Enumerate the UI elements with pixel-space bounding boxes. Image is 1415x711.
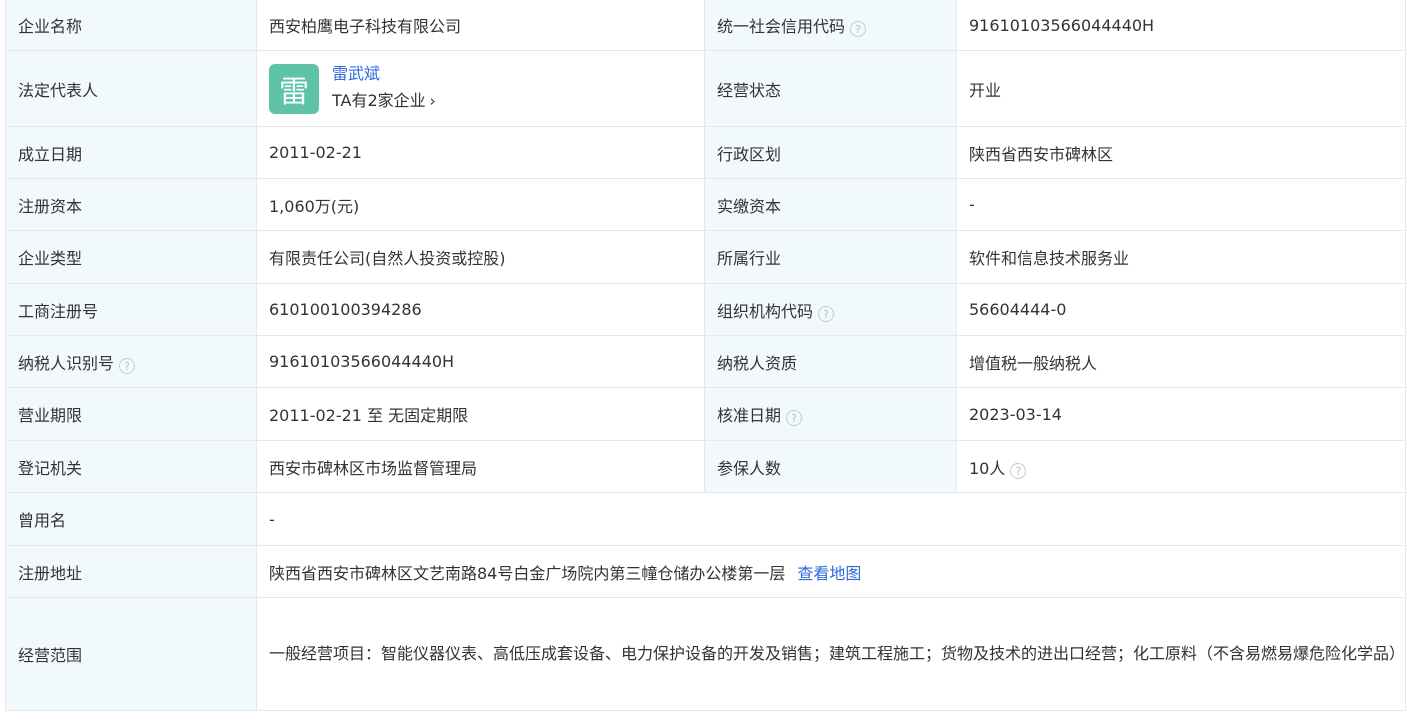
label-registration-number: 工商注册号 xyxy=(5,283,257,336)
question-circle-icon[interactable]: ? xyxy=(1010,462,1027,479)
label-founded-date: 成立日期 xyxy=(5,126,257,179)
value-founded-date: 2011-02-21 xyxy=(256,126,705,179)
label-credit-code-text: 统一社会信用代码 xyxy=(717,17,846,36)
value-insured-count: 10人? xyxy=(956,440,1406,493)
table-row: 工商注册号 610100100394286 组织机构代码? 56604444-0 xyxy=(5,283,1406,336)
company-info-panel: 企业名称 西安柏鹰电子科技有限公司 统一社会信用代码? 916101035660… xyxy=(0,0,1415,711)
value-registration-authority: 西安市碑林区市场监督管理局 xyxy=(256,440,705,493)
label-legal-rep: 法定代表人 xyxy=(5,50,257,127)
question-circle-icon[interactable]: ? xyxy=(818,305,835,322)
value-legal-rep: 雷 雷武斌 TA有2家企业 › xyxy=(256,50,705,127)
label-approval-date-text: 核准日期 xyxy=(717,406,782,425)
registered-address-text: 陕西省西安市碑林区文艺南路84号白金广场院内第三幢仓储办公楼第一层 xyxy=(269,563,786,583)
table-row: 纳税人识别号? 91610103566044440H 纳税人资质 增值税一般纳税… xyxy=(5,335,1406,388)
value-taxpayer-qualification: 增值税一般纳税人 xyxy=(956,335,1406,388)
label-org-code-text: 组织机构代码 xyxy=(717,301,814,321)
table-row: 注册地址 陕西省西安市碑林区文艺南路84号白金广场院内第三幢仓储办公楼第一层 查看… xyxy=(5,545,1406,598)
value-org-code: 56604444-0 xyxy=(956,283,1406,336)
legal-rep-card: 雷 雷武斌 TA有2家企业 › xyxy=(269,62,692,116)
value-registered-capital: 1,060万(元) xyxy=(256,178,705,231)
label-company-name: 企业名称 xyxy=(5,0,257,51)
label-taxpayer-id: 纳税人识别号? xyxy=(5,335,257,388)
value-business-term: 2011-02-21 至 无固定期限 xyxy=(256,387,705,441)
table-row: 成立日期 2011-02-21 行政区划 陕西省西安市碑林区 xyxy=(5,126,1406,179)
value-paid-capital: - xyxy=(956,178,1406,231)
table-row: 企业名称 西安柏鹰电子科技有限公司 统一社会信用代码? 916101035660… xyxy=(5,0,1406,51)
label-approval-date: 核准日期? xyxy=(704,387,957,441)
label-paid-capital: 实缴资本 xyxy=(704,178,957,231)
label-taxpayer-id-text: 纳税人识别号 xyxy=(18,353,115,373)
question-circle-icon[interactable]: ? xyxy=(786,410,803,426)
chevron-right-icon: › xyxy=(429,91,436,110)
label-region: 行政区划 xyxy=(704,126,957,179)
value-status: 开业 xyxy=(956,50,1406,127)
table-row: 法定代表人 雷 雷武斌 TA有2家企业 › 经营状态 开业 xyxy=(5,50,1406,127)
label-taxpayer-qualification: 纳税人资质 xyxy=(704,335,957,388)
table-row: 注册资本 1,060万(元) 实缴资本 - xyxy=(5,178,1406,231)
value-company-name: 西安柏鹰电子科技有限公司 xyxy=(256,0,705,51)
label-industry: 所属行业 xyxy=(704,230,957,284)
legal-rep-text: 雷武斌 TA有2家企业 › xyxy=(332,62,436,116)
value-taxpayer-id: 91610103566044440H xyxy=(256,335,705,388)
value-industry: 软件和信息技术服务业 xyxy=(956,230,1406,284)
company-info-table: 企业名称 西安柏鹰电子科技有限公司 统一社会信用代码? 916101035660… xyxy=(5,0,1406,711)
value-credit-code: 91610103566044440H xyxy=(956,0,1406,51)
avatar[interactable]: 雷 xyxy=(269,63,319,114)
label-business-term: 营业期限 xyxy=(5,387,257,441)
label-insured-count: 参保人数 xyxy=(704,440,957,493)
legal-rep-companies-link[interactable]: TA有2家企业 › xyxy=(332,86,436,116)
table-row: 营业期限 2011-02-21 至 无固定期限 核准日期? 2023-03-14 xyxy=(5,387,1406,441)
value-registered-address: 陕西省西安市碑林区文艺南路84号白金广场院内第三幢仓储办公楼第一层 查看地图 xyxy=(256,545,1406,598)
label-registered-address: 注册地址 xyxy=(5,545,257,598)
table-row: 经营范围 一般经营项目：智能仪器仪表、高低压成套设备、电力保护设备的开发及销售；… xyxy=(5,597,1406,711)
table-row: 登记机关 西安市碑林区市场监督管理局 参保人数 10人? xyxy=(5,440,1406,493)
legal-rep-name-link[interactable]: 雷武斌 xyxy=(332,62,436,86)
label-status: 经营状态 xyxy=(704,50,957,127)
view-map-link[interactable]: 查看地图 xyxy=(797,564,861,583)
question-circle-icon[interactable]: ? xyxy=(850,21,867,37)
label-credit-code: 统一社会信用代码? xyxy=(704,0,957,51)
value-insured-count-text: 10人 xyxy=(969,458,1006,478)
question-circle-icon[interactable]: ? xyxy=(119,357,136,374)
label-registered-capital: 注册资本 xyxy=(5,178,257,231)
label-former-name: 曾用名 xyxy=(5,492,257,546)
value-region: 陕西省西安市碑林区 xyxy=(956,126,1406,179)
value-registration-number: 610100100394286 xyxy=(256,283,705,336)
label-company-type: 企业类型 xyxy=(5,230,257,284)
label-business-scope: 经营范围 xyxy=(5,597,257,711)
label-registration-authority: 登记机关 xyxy=(5,440,257,493)
legal-rep-companies-text: TA有2家企业 xyxy=(332,90,426,110)
table-row: 企业类型 有限责任公司(自然人投资或控股) 所属行业 软件和信息技术服务业 xyxy=(5,230,1406,284)
value-business-scope: 一般经营项目：智能仪器仪表、高低压成套设备、电力保护设备的开发及销售；建筑工程施… xyxy=(256,597,1406,711)
value-company-type: 有限责任公司(自然人投资或控股) xyxy=(256,230,705,284)
label-org-code: 组织机构代码? xyxy=(704,283,957,336)
table-row: 曾用名 - xyxy=(5,492,1406,546)
value-approval-date: 2023-03-14 xyxy=(956,387,1406,441)
value-former-name: - xyxy=(256,492,1406,546)
